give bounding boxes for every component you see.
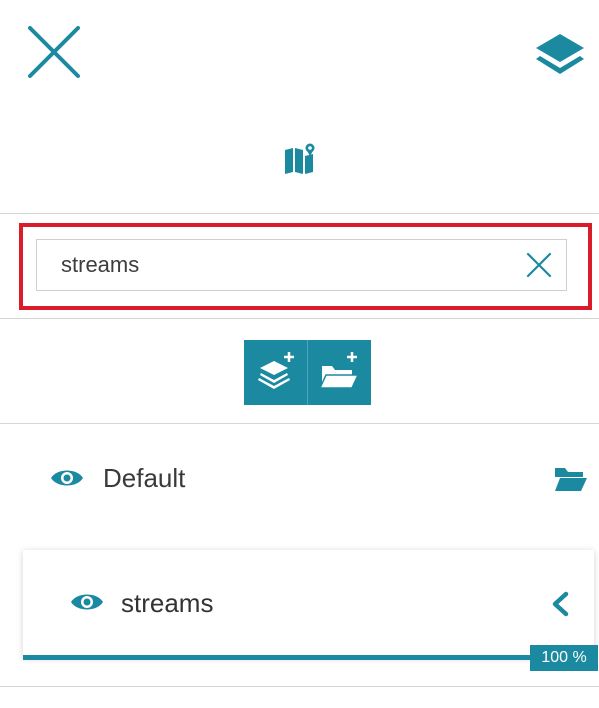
clear-search-button[interactable] — [526, 252, 552, 278]
opacity-slider[interactable] — [23, 655, 594, 660]
opacity-value-badge: 100 % — [530, 645, 598, 671]
group-label: Default — [103, 463, 186, 493]
divider — [0, 213, 599, 214]
search-input[interactable] — [37, 240, 566, 290]
chevron-left-icon — [552, 591, 569, 617]
layer-toolbar — [244, 340, 371, 405]
eye-icon — [71, 594, 103, 610]
add-group-button[interactable] — [308, 340, 371, 405]
layers-icon — [536, 34, 584, 74]
group-folder-button[interactable] — [554, 465, 588, 493]
layer-item-streams[interactable]: streams — [23, 550, 594, 658]
layers-button[interactable] — [532, 30, 588, 84]
folder-open-icon — [555, 468, 587, 491]
layer-collapse-button[interactable] — [551, 591, 569, 617]
search-highlight — [19, 223, 592, 310]
close-button[interactable] — [26, 24, 82, 80]
map-button[interactable] — [283, 142, 319, 176]
divider — [0, 423, 599, 424]
add-group-icon — [318, 352, 360, 389]
add-layer-icon — [258, 352, 294, 389]
layer-label: streams — [121, 588, 214, 618]
eye-icon — [51, 470, 83, 486]
map-icon — [285, 143, 315, 174]
divider — [0, 318, 599, 319]
group-visibility-toggle[interactable] — [50, 467, 84, 489]
search-field — [36, 239, 567, 291]
clear-search-icon — [526, 252, 552, 278]
divider — [0, 686, 599, 687]
layer-group-default[interactable]: Default — [0, 445, 599, 515]
add-layer-button[interactable] — [244, 340, 307, 405]
close-icon — [28, 26, 80, 78]
layer-visibility-toggle[interactable] — [70, 591, 104, 613]
